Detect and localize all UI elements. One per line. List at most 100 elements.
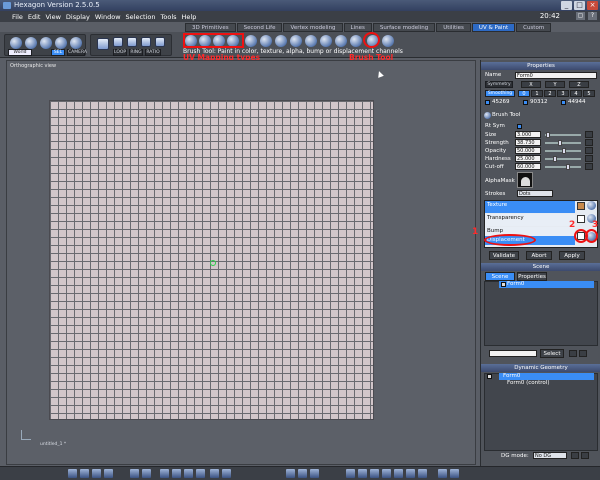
select-filter-input[interactable] <box>489 350 537 357</box>
size-field[interactable]: 3.000 <box>515 131 541 138</box>
select-button[interactable]: Select <box>540 349 564 358</box>
move-icon[interactable] <box>55 37 67 49</box>
display-6-icon[interactable] <box>406 469 415 478</box>
uv-relax-icon[interactable] <box>320 35 332 47</box>
menu-view[interactable]: View <box>45 13 60 21</box>
transparency-swatch[interactable] <box>577 215 585 223</box>
hardness-slider-knob[interactable] <box>553 156 557 162</box>
menu-edit[interactable]: Edit <box>28 13 41 21</box>
tab-uv-paint[interactable]: UV & Paint <box>471 23 516 32</box>
strength-expand-button[interactable] <box>585 139 593 146</box>
opacity-slider[interactable] <box>545 148 581 154</box>
ring-button[interactable]: RING <box>129 49 143 56</box>
tab-custom[interactable]: Custom <box>516 23 552 32</box>
nav-zoom-icon[interactable] <box>310 469 319 478</box>
tab-scene-tree[interactable]: Scene tree <box>485 272 515 288</box>
smooth-level-0[interactable]: 0 <box>518 90 530 97</box>
minimize-button[interactable]: _ <box>561 1 572 10</box>
display-5-icon[interactable] <box>394 469 403 478</box>
opacity-slider-knob[interactable] <box>562 148 566 154</box>
channel-texture[interactable]: Texture <box>485 201 575 213</box>
rt-sym-checkbox[interactable] <box>517 124 522 129</box>
smooth-level-3[interactable]: 3 <box>557 90 569 97</box>
uv-split-icon[interactable] <box>305 35 317 47</box>
size-expand-button[interactable] <box>585 131 593 138</box>
select-arrow-icon[interactable] <box>10 37 22 49</box>
vertex-select-icon[interactable] <box>113 37 123 47</box>
smooth-level-1[interactable]: 1 <box>531 90 543 97</box>
ratio-button[interactable]: RATIO <box>145 49 161 56</box>
menu-tools[interactable]: Tools <box>161 13 177 21</box>
lighting-icon[interactable] <box>210 469 219 478</box>
tab-scene-properties[interactable]: Properties <box>517 272 547 281</box>
tab-utilities[interactable]: Utilities <box>436 23 471 32</box>
lasso-icon[interactable] <box>25 37 37 49</box>
apply-button[interactable]: Apply <box>559 251 585 260</box>
opacity-expand-button[interactable] <box>585 147 593 154</box>
restore-icon[interactable]: ▢ <box>576 12 585 20</box>
nav-rotate-icon[interactable] <box>298 469 307 478</box>
wireframe-icon[interactable] <box>172 469 181 478</box>
size-slider[interactable] <box>545 132 581 138</box>
paint-settings-icon[interactable] <box>382 35 394 47</box>
fill-icon[interactable] <box>350 35 362 47</box>
textured-icon[interactable] <box>196 469 205 478</box>
smoothing-button[interactable]: Smoothing <box>485 90 515 97</box>
smooth-level-4[interactable]: 4 <box>570 90 582 97</box>
uv-unfold-icon[interactable] <box>245 35 257 47</box>
symmetry-button[interactable]: Symmetry <box>485 81 513 88</box>
scene-tree[interactable] <box>484 281 598 346</box>
smooth-level-5[interactable]: 5 <box>583 90 595 97</box>
view-front-icon[interactable] <box>104 469 113 478</box>
strength-field[interactable]: 38.730 <box>515 139 541 146</box>
strength-slider[interactable] <box>545 140 581 146</box>
cutoff-field[interactable]: 60.000 <box>515 163 541 170</box>
view-split-icon[interactable] <box>80 469 89 478</box>
texture-swatch[interactable] <box>577 202 585 210</box>
hardness-slider[interactable] <box>545 156 581 162</box>
abort-button[interactable]: Abort <box>526 251 552 260</box>
view-single-icon[interactable] <box>68 469 77 478</box>
snap-icon[interactable] <box>142 469 151 478</box>
validate-button[interactable]: Validate <box>489 251 519 260</box>
sym-z-button[interactable]: Z <box>569 81 589 88</box>
nav-pan-icon[interactable] <box>286 469 295 478</box>
magnet-icon[interactable] <box>40 37 52 49</box>
scene-item-form0[interactable]: Form0 <box>499 281 594 288</box>
name-field[interactable]: Form0 <box>515 72 597 79</box>
hardness-field[interactable]: 25.000 <box>515 155 541 162</box>
size-slider-knob[interactable] <box>546 132 550 138</box>
display-2-icon[interactable] <box>358 469 367 478</box>
strokes-select[interactable]: Dots <box>517 190 553 197</box>
uv-weld-icon[interactable] <box>290 35 302 47</box>
camera-icon[interactable] <box>222 469 231 478</box>
edge-select-icon[interactable] <box>127 37 137 47</box>
camera-mode-button[interactable]: CAMERA <box>67 49 87 56</box>
dg-mode-select[interactable]: No DG <box>533 452 567 459</box>
strength-slider-knob[interactable] <box>558 140 562 146</box>
menu-display[interactable]: Display <box>66 13 90 21</box>
cube-select-icon[interactable] <box>97 38 109 50</box>
remove-icon[interactable] <box>579 350 587 357</box>
menu-selection[interactable]: Selection <box>126 13 156 21</box>
uv-edit-icon[interactable] <box>335 35 347 47</box>
help-icon[interactable]: ? <box>588 12 597 20</box>
display-4-icon[interactable] <box>382 469 391 478</box>
dg-option-icon[interactable] <box>571 452 579 459</box>
dg-delete-icon[interactable] <box>581 452 589 459</box>
hardness-expand-button[interactable] <box>585 155 593 162</box>
sel-mode-button[interactable]: SEL <box>51 49 65 56</box>
sym-x-button[interactable]: X <box>521 81 541 88</box>
face-select-icon[interactable] <box>141 37 151 47</box>
viewport[interactable]: Orthographic view untitled_1 * <box>6 60 476 465</box>
menu-help[interactable]: Help <box>182 13 197 21</box>
loop-button[interactable]: LOOP <box>113 49 127 56</box>
tab-surface-modeling[interactable]: Surface modeling <box>372 23 436 32</box>
grid-icon[interactable] <box>130 469 139 478</box>
maximize-button[interactable]: □ <box>574 1 585 10</box>
uv-layout-icon[interactable] <box>260 35 272 47</box>
opacity-field[interactable]: 50.000 <box>515 147 541 154</box>
smooth-level-2[interactable]: 2 <box>544 90 556 97</box>
shaded-icon[interactable] <box>184 469 193 478</box>
tab-second-life[interactable]: Second Life <box>236 23 283 32</box>
